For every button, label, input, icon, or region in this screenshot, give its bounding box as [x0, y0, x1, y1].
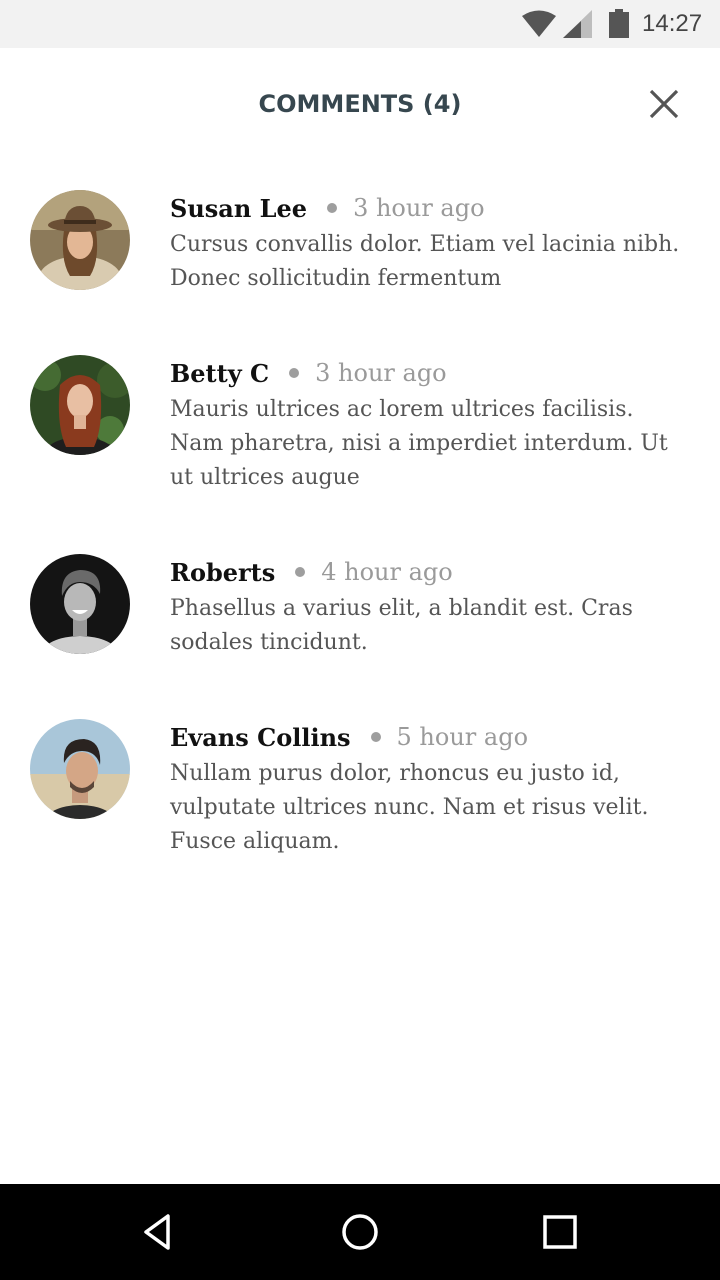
comment-meta: Evans Collins 5 hour ago [170, 719, 528, 755]
comment-meta: Betty C 3 hour ago [170, 355, 447, 391]
comment-time: 3 hour ago [353, 194, 485, 222]
separator-dot [370, 732, 381, 742]
comment-text: Cursus convallis dolor. Etiam vel lacini… [170, 232, 680, 291]
avatar[interactable] [30, 355, 130, 455]
comments-header: COMMENTS (4) [0, 48, 720, 160]
recent-apps-icon [543, 1215, 577, 1249]
home-icon [342, 1214, 378, 1250]
wifi-icon [522, 10, 556, 37]
page-title: COMMENTS (4) [258, 90, 462, 118]
avatar[interactable] [30, 719, 130, 819]
separator-dot [295, 567, 306, 577]
comment-meta: Roberts 4 hour ago [170, 554, 453, 590]
comment-time: 5 hour ago [396, 723, 529, 751]
status-bar: 14:27 [0, 0, 720, 48]
comment-text: Nullam purus dolor, rhoncus eu justo id,… [170, 761, 649, 854]
home-button[interactable] [336, 1208, 384, 1256]
comment-time: 3 hour ago [315, 359, 447, 387]
back-icon [144, 1214, 170, 1250]
close-button[interactable] [640, 80, 688, 128]
separator-dot [327, 203, 338, 213]
separator-dot [289, 368, 300, 378]
comment-author[interactable]: Susan Lee [170, 194, 307, 223]
recent-apps-button[interactable] [536, 1208, 584, 1256]
signal-icon [563, 10, 592, 38]
avatar[interactable] [30, 554, 130, 654]
comment-text: Mauris ultrices ac lorem ultrices facili… [170, 397, 668, 490]
comment-author[interactable]: Roberts [170, 558, 275, 587]
back-button[interactable] [136, 1208, 184, 1256]
comment-author[interactable]: Evans Collins [170, 723, 351, 752]
navigation-bar [0, 1184, 720, 1280]
comment-author[interactable]: Betty C [170, 359, 269, 388]
avatar[interactable] [30, 190, 130, 290]
comment-text: Phasellus a varius elit, a blandit est. … [170, 596, 633, 655]
close-icon [649, 89, 679, 119]
comment-time: 4 hour ago [321, 558, 453, 586]
battery-icon [609, 9, 629, 38]
status-time: 14:27 [642, 10, 703, 37]
comment-meta: Susan Lee 3 hour ago [170, 190, 485, 226]
